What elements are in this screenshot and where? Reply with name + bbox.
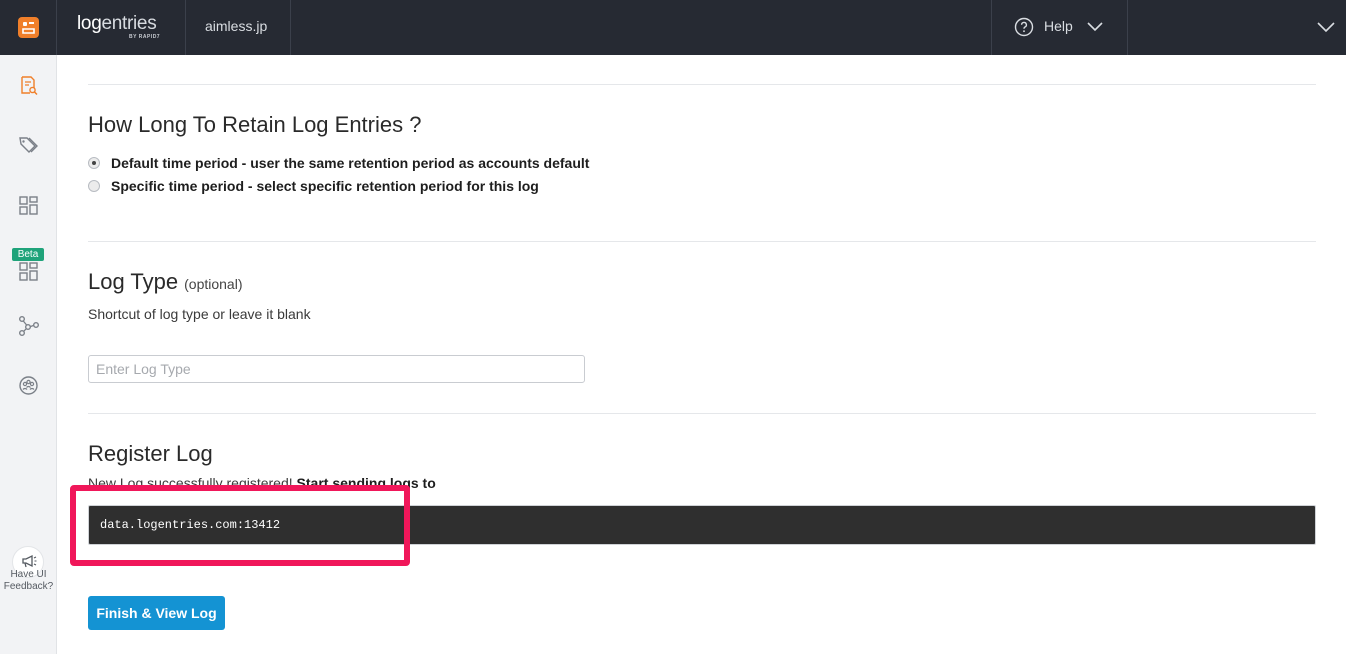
optional-label: (optional) (184, 276, 243, 292)
beta-dashboards-icon[interactable] (18, 261, 39, 282)
account-name: aimless.jp (205, 18, 268, 34)
help-label: Help (1044, 18, 1073, 34)
radio-specific[interactable] (88, 180, 100, 192)
app-logo-icon[interactable] (18, 17, 39, 38)
chevron-down-icon (1087, 22, 1103, 32)
feedback-label: Have UI Feedback? (3, 569, 54, 592)
finish-view-log-button[interactable]: Finish & View Log (88, 596, 225, 630)
retention-title: How Long To Retain Log Entries ? (88, 112, 422, 137)
radio-default-label: Default time period - user the same rete… (111, 155, 590, 171)
register-log-title: Register Log (88, 441, 213, 466)
brand-logo[interactable]: logentries BY RAPID7 (58, 0, 186, 55)
radio-specific-label: Specific time period - select specific r… (111, 178, 539, 194)
log-type-help: Shortcut of log type or leave it blank (88, 306, 311, 322)
main-content: How Long To Retain Log Entries ? Default… (58, 55, 1346, 654)
beta-badge: Beta (12, 248, 44, 261)
log-type-title: Log Type (optional) (88, 269, 243, 294)
help-circle-icon (1014, 17, 1034, 37)
brand-wordmark: logentries (77, 13, 157, 34)
left-sidebar: Beta Have UI Feedback? (0, 55, 57, 654)
workflow-icon[interactable] (18, 315, 39, 336)
help-menu[interactable]: Help (991, 0, 1128, 55)
account-selector[interactable]: aimless.jp (186, 0, 291, 55)
ui-feedback-button[interactable]: Have UI Feedback? (0, 540, 57, 602)
tags-icon[interactable] (18, 135, 39, 156)
log-search-icon[interactable] (18, 75, 39, 96)
user-menu-chevron-icon[interactable] (1316, 18, 1336, 36)
megaphone-icon (22, 554, 37, 568)
top-navigation-bar: logentries BY RAPID7 aimless.jp Help (0, 0, 1346, 55)
community-icon[interactable] (18, 375, 39, 396)
section-divider (88, 241, 1316, 242)
dashboards-icon[interactable] (18, 195, 39, 216)
app-switcher[interactable] (0, 0, 57, 55)
radio-default[interactable] (88, 157, 100, 169)
section-divider (88, 413, 1316, 414)
log-type-input[interactable] (88, 355, 585, 383)
annotation-highlight (70, 485, 410, 566)
brand-subtitle: BY RAPID7 (129, 34, 161, 40)
section-divider (88, 84, 1316, 85)
